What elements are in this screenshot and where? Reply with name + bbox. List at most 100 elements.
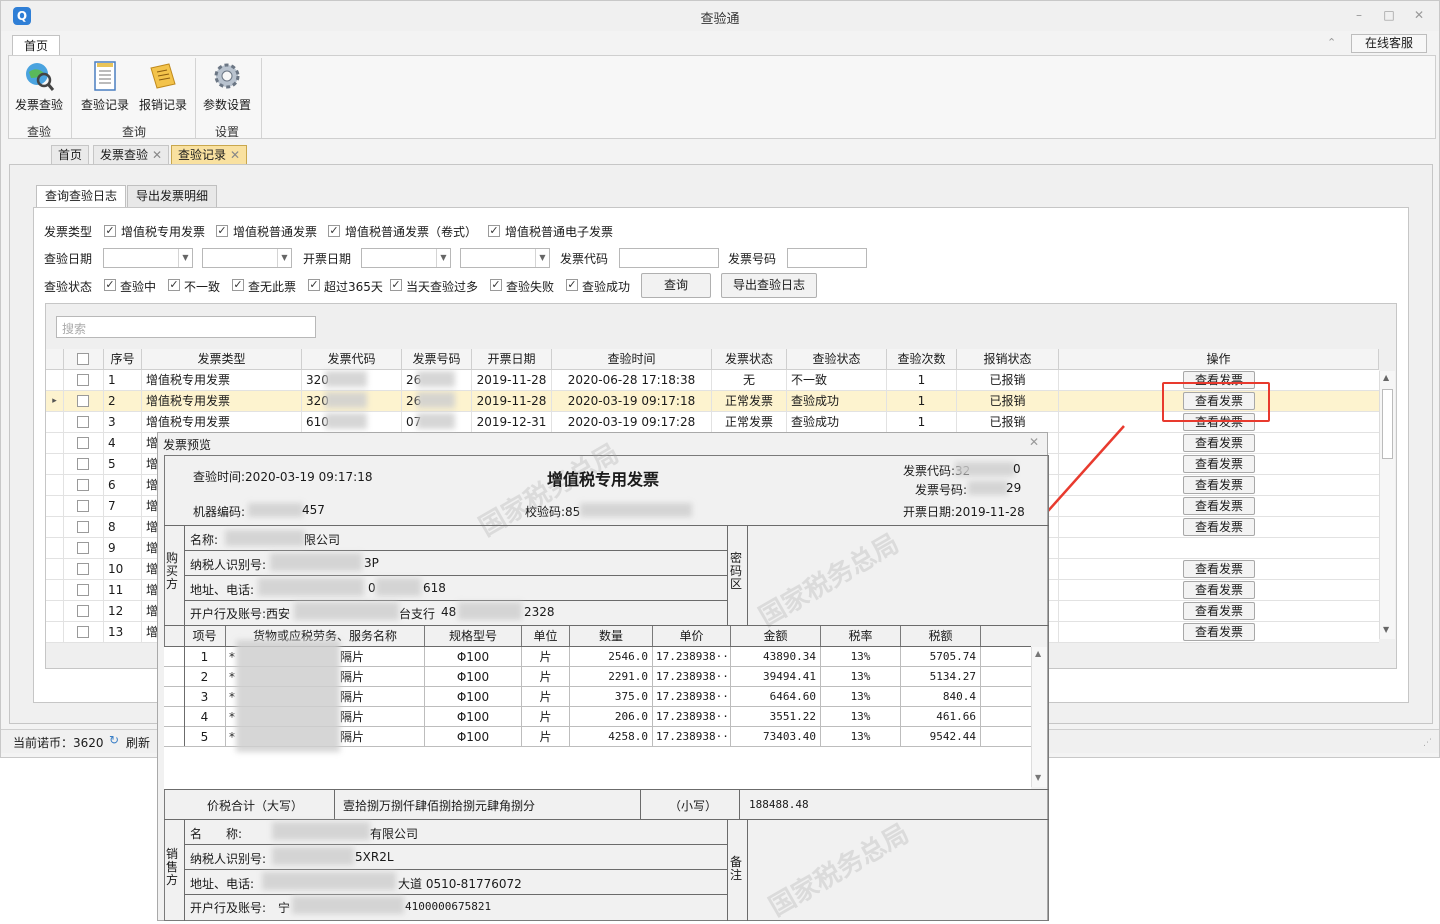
row-checkbox[interactable] <box>77 521 89 533</box>
view-invoice-button[interactable]: 查看发票 <box>1183 581 1255 599</box>
issue-date-from[interactable]: ▼ <box>361 248 451 268</box>
row-checkbox[interactable] <box>77 437 89 449</box>
status-mismatch-label: 不一致 <box>184 280 221 294</box>
invoice-check-button[interactable]: 发票查验 <box>13 58 65 113</box>
row-checkbox[interactable] <box>77 584 89 596</box>
buyer-address-b: 618 <box>423 581 446 595</box>
checkbox-status-success[interactable]: ✓ <box>566 279 578 291</box>
tab-invoice-check[interactable]: 发票查验 ✕ <box>93 145 170 165</box>
view-invoice-button[interactable]: 查看发票 <box>1183 455 1255 473</box>
grid-scrollbar[interactable]: ▲ ▼ <box>1379 371 1395 639</box>
checkbox-type-roll[interactable]: ✓ <box>328 225 340 237</box>
close-icon[interactable]: ✕ <box>1029 435 1039 449</box>
col-reimburse-status[interactable]: 报销状态 <box>957 349 1059 370</box>
row-checkbox[interactable] <box>77 626 89 638</box>
online-service-button[interactable]: 在线客服 <box>1351 34 1427 53</box>
scroll-down-icon[interactable]: ▼ <box>1383 625 1389 634</box>
check-date-from[interactable]: ▼ <box>103 248 193 268</box>
row-checkbox[interactable] <box>77 458 89 470</box>
col-action[interactable]: 操作 <box>1059 349 1379 370</box>
view-invoice-button[interactable]: 查看发票 <box>1183 602 1255 620</box>
query-button[interactable]: 查询 <box>641 273 711 298</box>
grid-search-input[interactable]: 搜索 <box>56 316 316 338</box>
items-scrollbar[interactable]: ▲ ▼ <box>1031 647 1047 787</box>
maximize-icon[interactable]: □ <box>1381 7 1397 23</box>
checkbox-status-toomany[interactable]: ✓ <box>390 279 402 291</box>
settings-button[interactable]: 参数设置 <box>201 58 253 113</box>
col-invoice-status[interactable]: 发票状态 <box>712 349 787 370</box>
redacted-block <box>258 578 364 596</box>
divider <box>164 819 1049 820</box>
ribbon-tab-home[interactable]: 首页 <box>12 35 60 56</box>
scroll-up-icon[interactable]: ▲ <box>1035 649 1041 658</box>
redacted-block <box>376 578 421 596</box>
redacted-block <box>294 602 399 620</box>
scroll-thumb[interactable] <box>1382 389 1393 459</box>
col-number[interactable]: 发票号码 <box>402 349 472 370</box>
row-checkbox-cell <box>64 496 104 516</box>
subtab-export-detail[interactable]: 导出发票明细 <box>127 185 218 208</box>
view-invoice-button[interactable]: 查看发票 <box>1183 434 1255 452</box>
check-records-button[interactable]: 查验记录 <box>79 58 131 113</box>
col-check-time[interactable]: 查验时间 <box>552 349 712 370</box>
item-cell-unit: 片 <box>522 687 570 707</box>
view-invoice-button[interactable]: 查看发票 <box>1183 518 1255 536</box>
total-small: 188488.48 <box>749 798 809 811</box>
row-checkbox[interactable] <box>77 395 89 407</box>
divider <box>739 789 740 819</box>
checkbox-status-checking[interactable]: ✓ <box>104 279 116 291</box>
select-all-checkbox[interactable] <box>77 353 89 365</box>
checkbox-type-special[interactable]: ✓ <box>104 225 116 237</box>
col-check-status[interactable]: 查验状态 <box>787 349 887 370</box>
tab-check-records[interactable]: 查验记录 ✕ <box>171 145 248 165</box>
close-tab-icon[interactable]: ✕ <box>230 148 240 162</box>
item-cell-amount: 3551.22 <box>731 707 821 727</box>
checkbox-status-over365[interactable]: ✓ <box>308 279 320 291</box>
reimburse-records-button[interactable]: 报销记录 <box>137 58 189 113</box>
view-invoice-button[interactable]: 查看发票 <box>1183 497 1255 515</box>
row-checkbox[interactable] <box>77 416 89 428</box>
row-checkbox[interactable] <box>77 542 89 554</box>
col-issue-date[interactable]: 开票日期 <box>472 349 552 370</box>
view-invoice-button[interactable]: 查看发票 <box>1183 623 1255 641</box>
scroll-down-icon[interactable]: ▼ <box>1035 773 1041 782</box>
col-check-count[interactable]: 查验次数 <box>887 349 957 370</box>
checkbox-status-notfound[interactable]: ✓ <box>232 279 244 291</box>
buyer-address-label: 地址、电话: <box>190 583 255 597</box>
collapse-ribbon-icon[interactable]: ⌃ <box>1327 36 1336 49</box>
resize-grip-icon[interactable]: ⋰ <box>1423 738 1432 748</box>
row-checkbox-cell <box>64 580 104 600</box>
checkbox-status-failed[interactable]: ✓ <box>490 279 502 291</box>
col-code[interactable]: 发票代码 <box>302 349 402 370</box>
checkbox-type-electronic[interactable]: ✓ <box>488 225 500 237</box>
subtab-query-log[interactable]: 查询查验日志 <box>36 185 127 208</box>
tab-home[interactable]: 首页 <box>51 145 90 165</box>
item-cell-no: 5 <box>184 727 226 747</box>
view-invoice-button[interactable]: 查看发票 <box>1183 560 1255 578</box>
view-invoice-button[interactable]: 查看发票 <box>1183 476 1255 494</box>
checkbox-type-normal[interactable]: ✓ <box>216 225 228 237</box>
cell-inv-status: 无 <box>712 370 787 390</box>
refresh-button[interactable]: 刷新 <box>126 734 150 751</box>
refresh-icon[interactable]: ↻ <box>109 733 119 747</box>
col-type[interactable]: 发票类型 <box>142 349 302 370</box>
row-checkbox[interactable] <box>77 500 89 512</box>
export-log-button[interactable]: 导出查验日志 <box>721 273 817 298</box>
row-checkbox[interactable] <box>77 479 89 491</box>
item-col-header: 单位 <box>522 626 570 646</box>
invoice-number-input[interactable] <box>787 248 867 268</box>
issue-date-to[interactable]: ▼ <box>460 248 550 268</box>
chevron-down-icon: ▼ <box>535 249 549 267</box>
row-checkbox[interactable] <box>77 563 89 575</box>
minimize-icon[interactable]: – <box>1351 7 1367 23</box>
checkbox-status-mismatch[interactable]: ✓ <box>168 279 180 291</box>
scroll-up-icon[interactable]: ▲ <box>1383 373 1389 382</box>
col-no[interactable]: 序号 <box>104 349 142 370</box>
row-checkbox[interactable] <box>77 605 89 617</box>
item-cell-spec: Φ100 <box>425 667 522 687</box>
close-icon[interactable]: ✕ <box>1411 7 1427 23</box>
row-checkbox[interactable] <box>77 374 89 386</box>
check-date-to[interactable]: ▼ <box>202 248 292 268</box>
close-tab-icon[interactable]: ✕ <box>152 148 162 162</box>
invoice-code-input[interactable] <box>619 248 719 268</box>
